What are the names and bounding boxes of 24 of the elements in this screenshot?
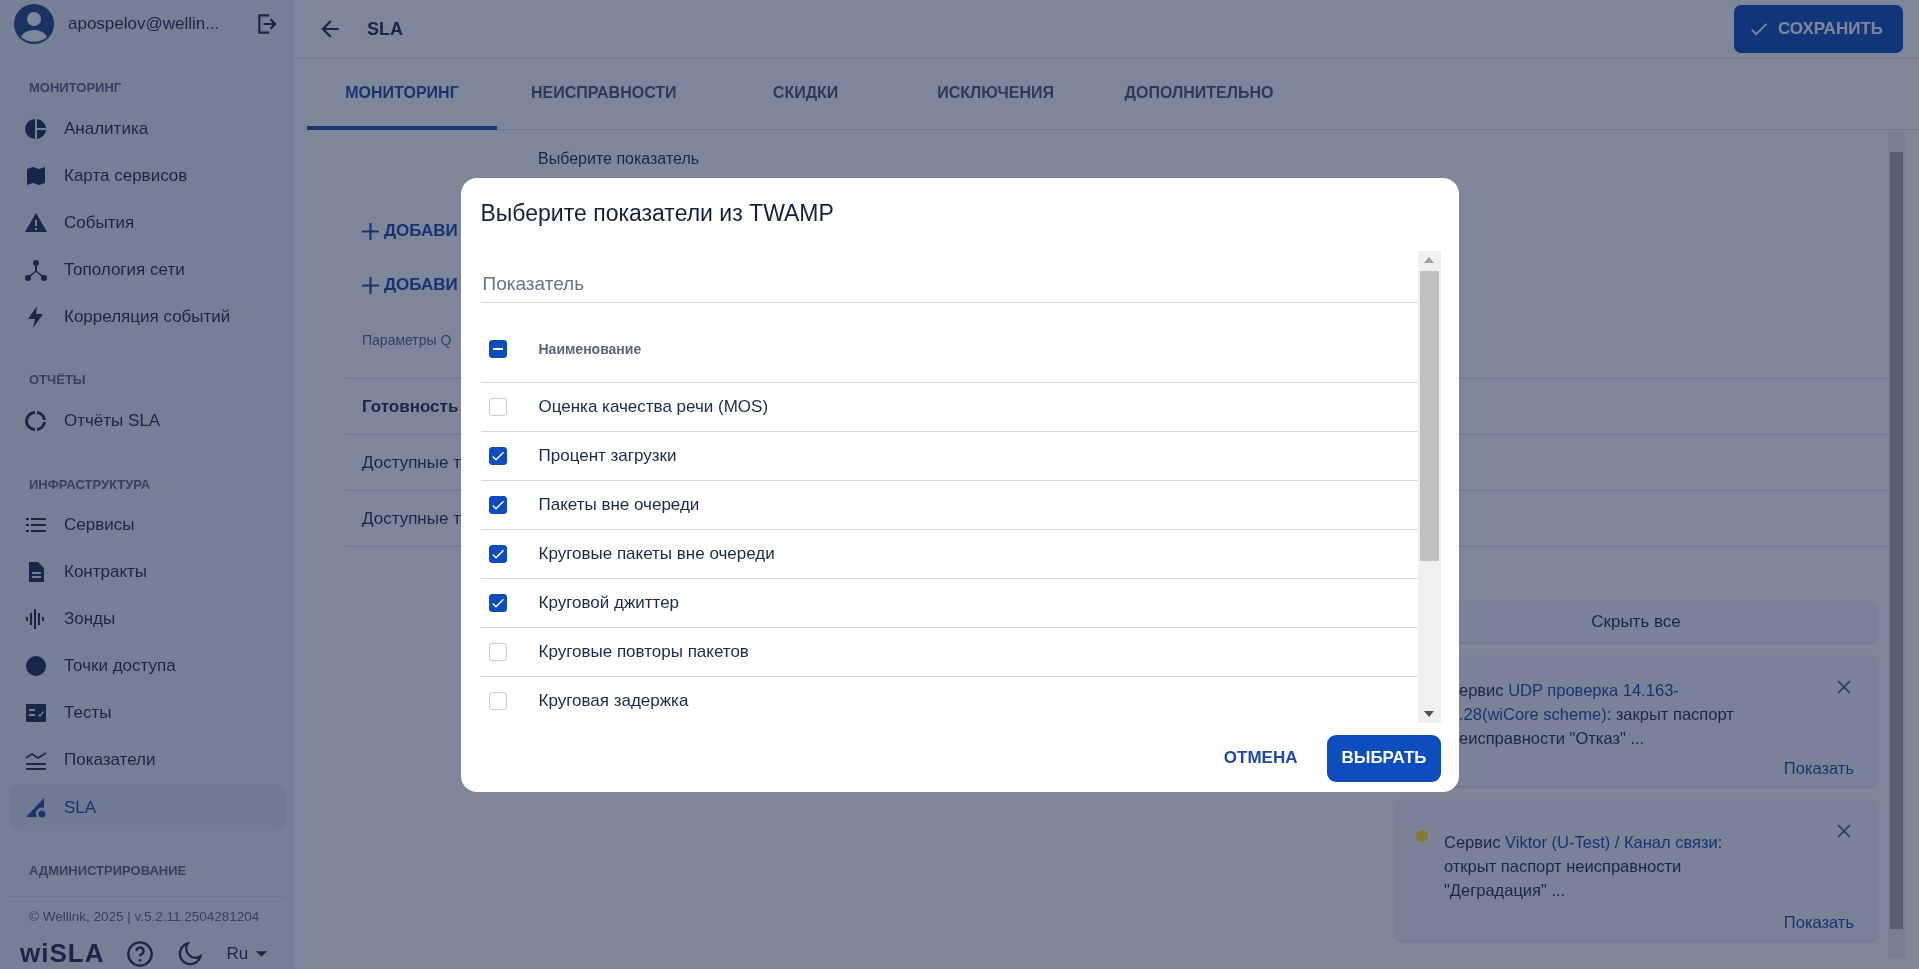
page-title: SLA bbox=[367, 18, 404, 40]
section-heading: АДМИНИСТРИРОВАНИЕ bbox=[28, 862, 188, 881]
field-label: Выберите показатель bbox=[538, 150, 701, 168]
dialog-title: Выберите показатели из TWAMP bbox=[480, 199, 835, 228]
user-email: apospelov@wellin... bbox=[68, 14, 221, 34]
table-cell: Круговые пакеты вне очереди bbox=[538, 544, 775, 565]
table-cell: Готовность bbox=[362, 396, 459, 417]
table-cell: Доступные т bbox=[362, 508, 461, 529]
table-cell: Оценка качества речи (MOS) bbox=[538, 397, 769, 418]
table-cell: Доступные т bbox=[362, 452, 461, 473]
logo: wiSLA bbox=[20, 938, 105, 969]
section-label: Параметры Q bbox=[362, 332, 453, 348]
notification-message: ервис UDP проверка 14.163- .28(wiCore scheme): закрыт паспорт еисправности "Отказ" ... bbox=[1459, 680, 1735, 749]
section-heading: ОТЧЁТЫ bbox=[28, 371, 87, 390]
table-cell: Круговая задержка bbox=[538, 691, 689, 712]
table-cell: Пакеты вне очереди bbox=[538, 495, 700, 516]
notification-message: Сервис Viktor (U-Test) / Канал связи: открыт паспорт неисправности "Деградация" ... bbox=[1444, 832, 1724, 901]
section-heading: ИНФРАСТРУКТУРА bbox=[28, 475, 152, 494]
column-header: Наименование bbox=[538, 340, 642, 357]
copyright-text: © Wellink, 2025 | v.5.2.11.2504281204 bbox=[10, 896, 285, 925]
section-heading: МОНИТОРИНГ bbox=[28, 79, 123, 98]
table-cell: Круговой джиттер bbox=[538, 593, 680, 614]
table-cell: Процент загрузки bbox=[538, 446, 677, 467]
table-cell: Круговые повторы пакетов bbox=[538, 642, 749, 663]
